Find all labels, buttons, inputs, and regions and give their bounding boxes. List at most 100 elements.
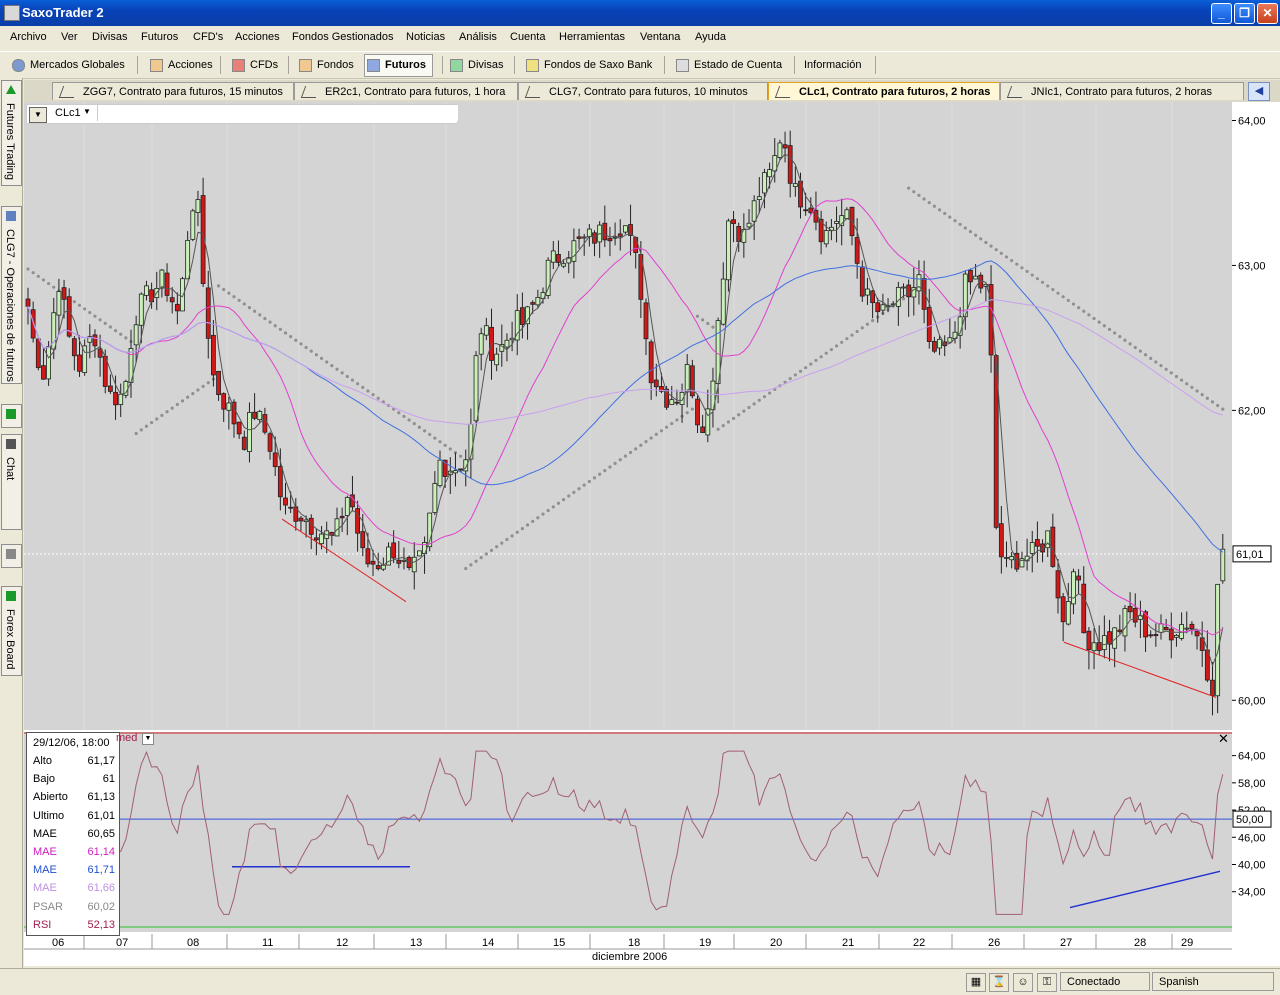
price-tick-label: 63,00 <box>1238 260 1266 272</box>
candle-body <box>751 200 757 222</box>
layout-icon[interactable]: ▦ <box>966 973 986 992</box>
psar-dot <box>397 411 401 415</box>
arrow-icon <box>6 85 16 94</box>
psar-dot <box>314 353 318 357</box>
rail-chat[interactable]: Chat <box>1 434 22 530</box>
price-chart[interactable]: 64,0063,0062,0060,0064,0058,0052,0046,00… <box>24 102 1280 966</box>
price-tick-label: 60,00 <box>1238 695 1266 707</box>
language-status[interactable]: Spanish <box>1152 972 1274 991</box>
psar-dot <box>1051 287 1055 292</box>
nav-mercados-globales[interactable]: Mercados Globales <box>10 56 125 74</box>
candle-body <box>612 236 618 239</box>
symbol-dropdown-icon[interactable]: ▼ <box>83 107 91 116</box>
tab-clc1[interactable]: CLc1, Contrato para futuros, 2 horas <box>768 82 1000 100</box>
psar-dot <box>948 215 952 219</box>
chart-menu-button[interactable]: ▼ <box>29 107 47 123</box>
psar-dot <box>227 291 231 295</box>
x-axis-label: 06 <box>52 937 64 949</box>
menu-analisis[interactable]: Análisis <box>459 31 497 43</box>
rail-news-button[interactable] <box>1 544 22 568</box>
psar-dot <box>150 421 154 425</box>
close-button[interactable]: ✕ <box>1257 3 1278 24</box>
candle-body <box>308 517 314 535</box>
menu-acciones[interactable]: Acciones <box>235 31 280 43</box>
candle-body <box>272 452 278 468</box>
module-toolbar: Mercados Globales Acciones CFDs Fondos F… <box>0 51 1280 79</box>
nav-informacion[interactable]: Información <box>784 56 861 74</box>
chart-icon <box>58 86 79 98</box>
board-icon <box>6 591 16 601</box>
nav-divisas[interactable]: Divisas <box>448 56 503 74</box>
candle-body <box>61 287 67 300</box>
psar-dot <box>608 465 612 469</box>
nav-fondos-saxo-bank[interactable]: Fondos de Saxo Bank <box>524 56 652 74</box>
psar-dot <box>1216 403 1220 408</box>
tab-clg7[interactable]: CLG7, Contrato para futuros, 10 minutos <box>518 82 768 100</box>
menu-herramientas[interactable]: Herramientas <box>559 31 625 43</box>
psar-dot <box>505 537 509 542</box>
menu-divisas[interactable]: Divisas <box>92 31 127 43</box>
rail-futures-trading[interactable]: Futures Trading <box>1 80 22 186</box>
title-bar: SaxoTrader 2 _ ❐ ✕ <box>0 0 1280 26</box>
chart-icon <box>774 86 795 98</box>
candle-body <box>1158 623 1164 633</box>
rail-forex-board[interactable]: Forex Board <box>1 586 22 676</box>
menu-ventana[interactable]: Ventana <box>640 31 680 43</box>
candle-body <box>236 421 242 435</box>
minimize-button[interactable]: _ <box>1211 3 1232 24</box>
menu-futuros[interactable]: Futuros <box>141 31 178 43</box>
maximize-button[interactable]: ❐ <box>1234 3 1255 24</box>
chart-area[interactable]: 64,0063,0062,0060,0064,0058,0052,0046,00… <box>24 102 1280 966</box>
tab-scroll-button[interactable]: ◀ <box>1248 82 1270 101</box>
candle-body <box>973 275 978 280</box>
timer-icon[interactable]: ⌛ <box>989 973 1009 992</box>
psar-dot <box>1025 269 1029 274</box>
menu-fondos-gestionados[interactable]: Fondos Gestionados <box>292 31 394 43</box>
psar-dot <box>407 418 411 422</box>
info-row-value: 61,17 <box>87 755 115 767</box>
symbol-input[interactable] <box>97 105 458 121</box>
psar-dot <box>742 409 746 413</box>
info-row-value: 61,14 <box>87 846 115 858</box>
menu-cfds[interactable]: CFD's <box>193 31 223 43</box>
psar-dot <box>335 367 339 371</box>
info-row-value: 61,71 <box>87 864 115 877</box>
psar-dot <box>819 355 823 359</box>
tab-zgg7[interactable]: ZGG7, Contrato para futuros, 15 minutos <box>52 82 294 100</box>
nav-fondos[interactable]: Fondos <box>297 56 354 74</box>
close-rsi-pane-icon[interactable]: ✕ <box>1218 731 1229 747</box>
menu-ver[interactable]: Ver <box>61 31 78 43</box>
candle-body <box>283 497 288 506</box>
user-icon[interactable]: ☺ <box>1013 973 1033 992</box>
psar-dot <box>402 414 406 418</box>
nav-acciones[interactable]: Acciones <box>148 56 213 74</box>
psar-dot <box>428 432 432 437</box>
info-row: Ultimo 61,01 <box>33 808 115 824</box>
psar-dot <box>953 219 957 223</box>
psar-dot <box>464 566 468 571</box>
psar-dot <box>731 416 736 421</box>
tab-jnic1[interactable]: JNIc1, Contrato para futuros, 2 horas <box>1000 82 1244 100</box>
symbol-label[interactable]: CLc1 <box>55 107 81 119</box>
rail-tool-button[interactable] <box>1 404 22 428</box>
candle-body <box>932 340 937 352</box>
lock-icon[interactable]: ⚿ <box>1037 973 1057 992</box>
menu-archivo[interactable]: Archivo <box>10 31 47 43</box>
tab-er2c1[interactable]: ER2c1, Contrato para futuros, 1 hora <box>294 82 518 100</box>
menu-cuenta[interactable]: Cuenta <box>510 31 545 43</box>
nav-futuros[interactable]: Futuros <box>364 54 433 77</box>
psar-dot <box>422 429 427 433</box>
stock-icon <box>150 59 163 72</box>
saxo-funds-icon <box>526 59 539 72</box>
menu-ayuda[interactable]: Ayuda <box>695 31 726 43</box>
nav-estado-de-cuenta[interactable]: Estado de Cuenta <box>674 56 782 74</box>
rail-clg7-operaciones[interactable]: CLG7 - Operaciones de futuros <box>1 206 22 384</box>
psar-dot <box>685 411 689 415</box>
psar-dot <box>459 454 463 458</box>
rsi-dropdown-icon[interactable]: ▼ <box>142 733 154 745</box>
nav-cfds[interactable]: CFDs <box>230 56 278 74</box>
menu-noticias[interactable]: Noticias <box>406 31 445 43</box>
x-axis-label: 18 <box>628 937 640 949</box>
psar-dot <box>299 342 303 346</box>
psar-dot <box>222 287 226 292</box>
